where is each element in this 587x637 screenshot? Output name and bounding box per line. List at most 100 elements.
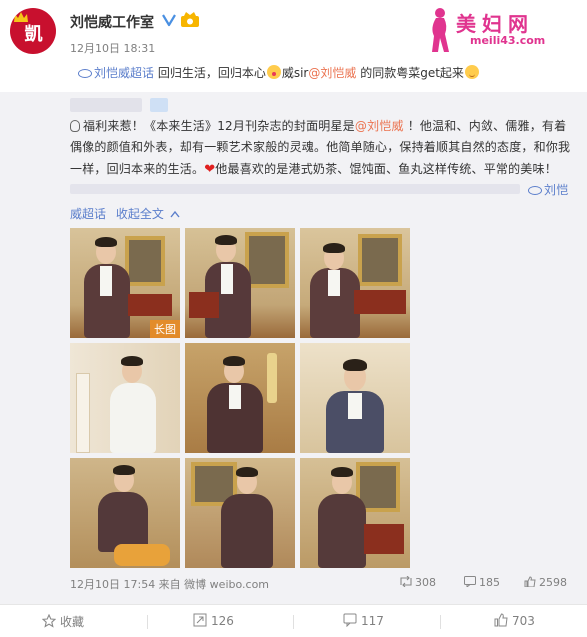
person-hair [215, 235, 237, 245]
photo-9[interactable] [300, 458, 410, 568]
topic-link-cont[interactable]: 威超话 [70, 207, 106, 221]
red-table [364, 524, 404, 554]
watermark: 美妇网 meili43.com [420, 6, 580, 52]
champagne-glass [267, 353, 277, 403]
repost-count[interactable]: 308 [400, 576, 436, 589]
repost-line-2: 偶像的颜值和外表，却有一颗艺术家般的灵魂。他简单随心，保持着顺其自然的态度，和你… [70, 140, 571, 154]
microphone-icon [70, 120, 80, 132]
action-divider [293, 615, 294, 629]
person-hair [223, 356, 245, 366]
post-header: 凱 刘恺威工作室 12月10日 18:31 美妇网 meili43.com 刘恺… [0, 0, 587, 92]
painting-frame [358, 234, 402, 286]
painting-frame [125, 236, 165, 286]
post-text-part: 的同款粤菜get起来 [356, 66, 464, 80]
repost-line-1: 福利来惹！《本来生活》12月刊杂志的封面明星是@刘恺威 ！他温和、内敛、儒雅，有… [70, 117, 566, 134]
like-count-label: 2598 [539, 576, 567, 589]
collapse-button[interactable]: 收起全文 [116, 207, 164, 221]
long-image-badge: 长图 [150, 320, 180, 338]
favorite-button[interactable]: 收藏 [41, 613, 85, 630]
repost-text: 一样，回归本来的生活。 [70, 162, 205, 176]
verified-icon [162, 14, 176, 27]
comment-icon [464, 576, 476, 587]
repost-label: 126 [211, 614, 234, 628]
comment-button[interactable]: 117 [343, 613, 384, 628]
thumbs-up-icon [494, 613, 508, 627]
person-coat [318, 494, 366, 568]
repost-icon [193, 613, 207, 627]
repost-button[interactable]: 126 [193, 613, 234, 628]
star-icon [41, 613, 57, 628]
smile-emoji-icon [464, 65, 479, 79]
fruit-bowl [114, 544, 170, 566]
fan-badge-icon[interactable] [180, 12, 200, 28]
post-text-part: 威sir [281, 66, 309, 80]
topic-icon [528, 186, 542, 195]
repost-text: 福利来惹！《本来生活》12月刊杂志的封面明星是 [83, 119, 355, 133]
heart-icon: ❤ [204, 162, 216, 177]
painting-frame [245, 232, 289, 288]
photo-5[interactable] [185, 343, 295, 453]
action-divider [440, 615, 441, 629]
red-table [189, 292, 219, 318]
person-coat [221, 494, 273, 568]
photo-6[interactable] [300, 343, 410, 453]
topic-tail[interactable]: 刘恺 [528, 181, 568, 198]
door-panel [76, 373, 90, 453]
collapse-row: 威超话 收起全文 [70, 205, 180, 222]
repost-count-label: 308 [415, 576, 436, 589]
photo-3[interactable] [300, 228, 410, 338]
comment-icon [343, 613, 357, 628]
repost-text: 他最喜欢的是港式奶茶、馄饨面、鱼丸这样传统、平常的美味！ [215, 162, 557, 176]
person-shirt [221, 264, 233, 294]
comment-count[interactable]: 185 [464, 576, 500, 589]
person-shirt [110, 383, 156, 453]
photo-8[interactable] [185, 458, 295, 568]
person-hair [113, 465, 135, 475]
comment-count-label: 185 [479, 576, 500, 589]
favorite-label: 收藏 [60, 615, 85, 629]
thumbs-up-icon [524, 576, 536, 587]
photo-4[interactable] [70, 343, 180, 453]
red-table [128, 294, 172, 316]
photo-grid: 长图 [70, 228, 410, 568]
person-hair [331, 467, 353, 477]
avatar[interactable]: 凱 [10, 8, 56, 54]
woman-silhouette-icon [432, 8, 449, 52]
repost-line-3: 一样，回归本来的生活。❤他最喜欢的是港式奶茶、馄饨面、鱼丸这样传统、平常的美味！ [70, 160, 557, 177]
blurred-name [70, 98, 142, 112]
photo-1[interactable]: 长图 [70, 228, 180, 338]
like-button[interactable]: 703 [494, 613, 535, 628]
mention-link[interactable]: @刘恺威 [308, 66, 356, 80]
person-hair [323, 243, 345, 253]
person-hair [121, 356, 143, 366]
person-hair [95, 237, 117, 247]
action-divider [147, 615, 148, 629]
repost-icon [400, 576, 412, 587]
blurred-badge [150, 98, 168, 112]
chevron-up-icon[interactable] [170, 210, 180, 218]
person-coat [98, 492, 148, 552]
topic-icon [78, 69, 92, 78]
avatar-logo: 凱 [24, 24, 43, 45]
mention-link[interactable]: @刘恺威 [355, 119, 404, 133]
person-shirt [348, 393, 362, 419]
photo-2[interactable] [185, 228, 295, 338]
action-bar: 收藏 126 117 703 [0, 604, 587, 637]
kiss-emoji-icon [266, 65, 281, 79]
topic-link[interactable]: 刘恺威超话 [94, 66, 154, 80]
person-shirt [328, 270, 340, 296]
person-hair [236, 467, 258, 477]
watermark-title: 美妇网 [456, 12, 534, 36]
person-hair [343, 359, 367, 371]
photo-7[interactable] [70, 458, 180, 568]
person-shirt [100, 266, 112, 296]
person-shirt [229, 385, 241, 409]
like-count[interactable]: 2598 [524, 576, 567, 589]
topic-link[interactable]: 刘恺 [544, 183, 568, 197]
post-text: 刘恺威超话 回归生活，回归本心 威sir@刘恺威 的同款粤菜get起来 [78, 64, 480, 81]
blurred-text [70, 184, 520, 194]
author-name[interactable]: 刘恺威工作室 [70, 12, 154, 32]
post-time[interactable]: 12月10日 18:31 [70, 40, 155, 56]
comment-label: 117 [361, 614, 384, 628]
repost-time-source[interactable]: 12月10日 17:54 来自 微博 weibo.com [70, 576, 269, 592]
